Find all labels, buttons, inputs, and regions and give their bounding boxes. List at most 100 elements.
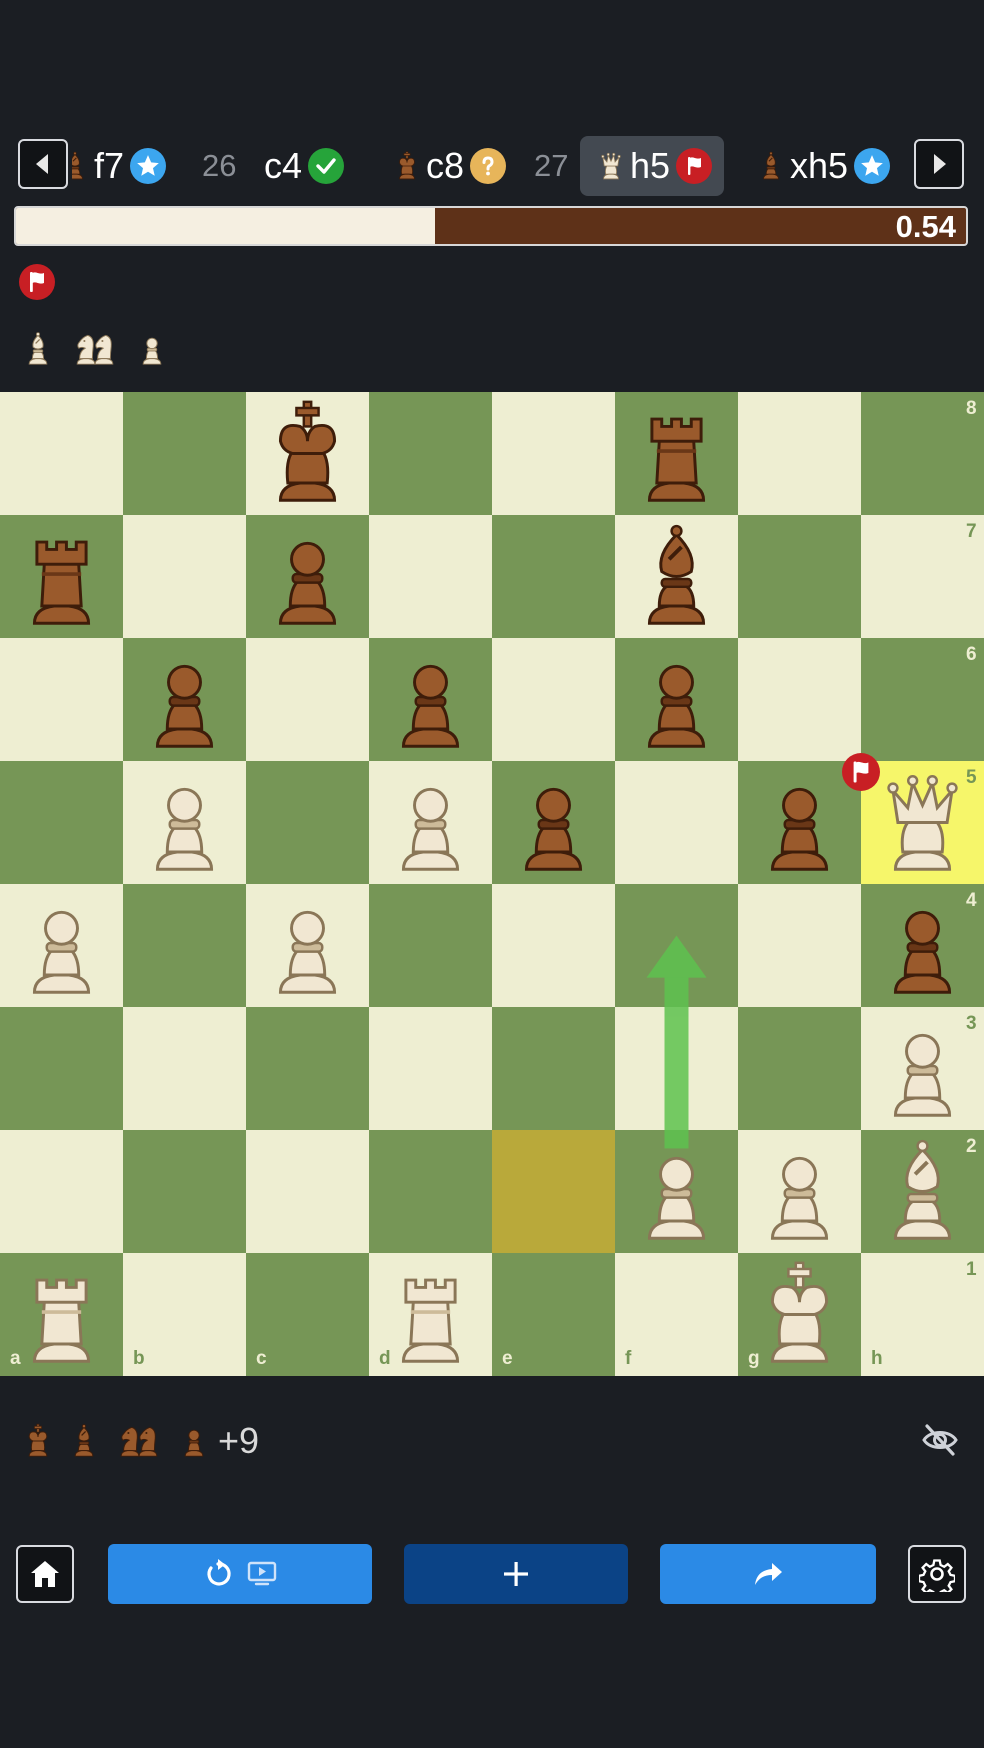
square-c5[interactable] [246, 761, 369, 884]
square-g3[interactable] [738, 1007, 861, 1130]
white-pawn-icon [155, 787, 214, 871]
square-e2[interactable] [492, 1130, 615, 1253]
move-number: 27 [534, 148, 569, 183]
file-label: e [502, 1348, 513, 1369]
square-b3[interactable] [123, 1007, 246, 1130]
home-button[interactable] [16, 1545, 74, 1603]
square-f3[interactable] [615, 1007, 738, 1130]
add-button[interactable] [404, 1544, 628, 1604]
move-item[interactable]: c4 [264, 136, 345, 196]
square-g6[interactable] [738, 638, 861, 761]
black-rook-icon [647, 417, 706, 502]
flag-icon [19, 264, 55, 300]
star-badge-icon [130, 148, 167, 184]
white-bishop-icon [893, 1139, 952, 1240]
square-g4[interactable] [738, 884, 861, 1007]
square-f4[interactable] [615, 884, 738, 1007]
move-list-bar: f7 26 c4 c8 27 h5 xh5 [0, 136, 984, 196]
square-e8[interactable] [492, 392, 615, 515]
black-rook-icon [32, 540, 91, 625]
square-d8[interactable] [369, 392, 492, 515]
square-a3[interactable] [0, 1007, 123, 1130]
white-knight-icon [94, 334, 114, 365]
rank-label: 6 [966, 644, 977, 665]
square-f5[interactable] [615, 761, 738, 884]
square-a8[interactable] [0, 392, 123, 515]
move-item[interactable]: f7 [72, 136, 167, 196]
white-pawn-icon [770, 1156, 829, 1240]
rank-label: 8 [966, 398, 977, 419]
black-pawn-icon [184, 1429, 204, 1457]
black-pawn-icon [401, 664, 460, 748]
question-badge-icon [470, 148, 507, 184]
square-d2[interactable] [369, 1130, 492, 1253]
square-d7[interactable] [369, 515, 492, 638]
material-advantage: +9 [218, 1420, 260, 1461]
black-bishop-icon [74, 1424, 94, 1457]
move-san: xh5 [790, 145, 849, 186]
evaluation-white-fill [16, 208, 435, 244]
square-d4[interactable] [369, 884, 492, 1007]
bottom-toolbar [0, 1544, 984, 1606]
home-icon [31, 1561, 59, 1587]
screen-play-icon [247, 1561, 277, 1586]
square-b2[interactable] [123, 1130, 246, 1253]
square-e7[interactable] [492, 515, 615, 638]
move-number: 26 [202, 148, 237, 183]
white-pawn-icon [142, 337, 162, 365]
share-button[interactable] [660, 1544, 876, 1604]
eye-slash-icon[interactable] [920, 1420, 960, 1460]
square-a2[interactable] [0, 1130, 123, 1253]
file-label: f [625, 1348, 632, 1369]
square-a5[interactable] [0, 761, 123, 884]
move-item-selected[interactable]: h5 [580, 136, 725, 196]
square-g8[interactable] [738, 392, 861, 515]
square-c6[interactable] [246, 638, 369, 761]
file-label: c [256, 1348, 267, 1369]
flag-badge-icon [676, 148, 713, 184]
white-rook-icon [32, 1278, 91, 1363]
move-strip[interactable]: f7 26 c4 c8 27 h5 xh5 [72, 136, 910, 196]
white-bishop-icon [28, 332, 48, 365]
retry-button[interactable] [108, 1544, 372, 1604]
square-a6[interactable] [0, 638, 123, 761]
white-pawn-icon [278, 910, 337, 994]
chess-board[interactable]: 87654321abcdefgh [0, 392, 984, 1376]
rank-label: 1 [966, 1259, 977, 1280]
square-f1[interactable] [615, 1253, 738, 1376]
square-d3[interactable] [369, 1007, 492, 1130]
previous-move-button[interactable] [18, 139, 68, 189]
black-pawn-icon [155, 664, 214, 748]
square-b4[interactable] [123, 884, 246, 1007]
black-pawn-icon [893, 910, 952, 994]
square-c3[interactable] [246, 1007, 369, 1130]
move-item[interactable]: c8 [390, 136, 507, 196]
move-san: h5 [630, 145, 671, 186]
star-badge-icon [854, 148, 891, 184]
move-san: c4 [264, 145, 303, 186]
black-king-icon [28, 1423, 48, 1457]
black-pawn-icon [524, 787, 583, 871]
settings-button[interactable] [908, 1545, 966, 1603]
white-pawn-icon [32, 910, 91, 994]
square-e4[interactable] [492, 884, 615, 1007]
white-king-icon [770, 1261, 829, 1363]
plus-icon [504, 1562, 528, 1586]
white-pawn-icon [401, 787, 460, 871]
square-g7[interactable] [738, 515, 861, 638]
captured-pieces-top [18, 322, 172, 376]
rank-label: 7 [966, 521, 977, 542]
next-move-button[interactable] [914, 139, 964, 189]
move-item[interactable]: xh5 [754, 136, 891, 196]
square-e6[interactable] [492, 638, 615, 761]
black-pawn-icon [647, 664, 706, 748]
square-b7[interactable] [123, 515, 246, 638]
square-e3[interactable] [492, 1007, 615, 1130]
square-c2[interactable] [246, 1130, 369, 1253]
white-rook-icon [401, 1278, 460, 1363]
caret-left-icon [36, 154, 48, 174]
gear-icon [919, 1559, 955, 1592]
square-b8[interactable] [123, 392, 246, 515]
caret-right-icon [934, 154, 946, 174]
black-king-icon [399, 151, 415, 180]
